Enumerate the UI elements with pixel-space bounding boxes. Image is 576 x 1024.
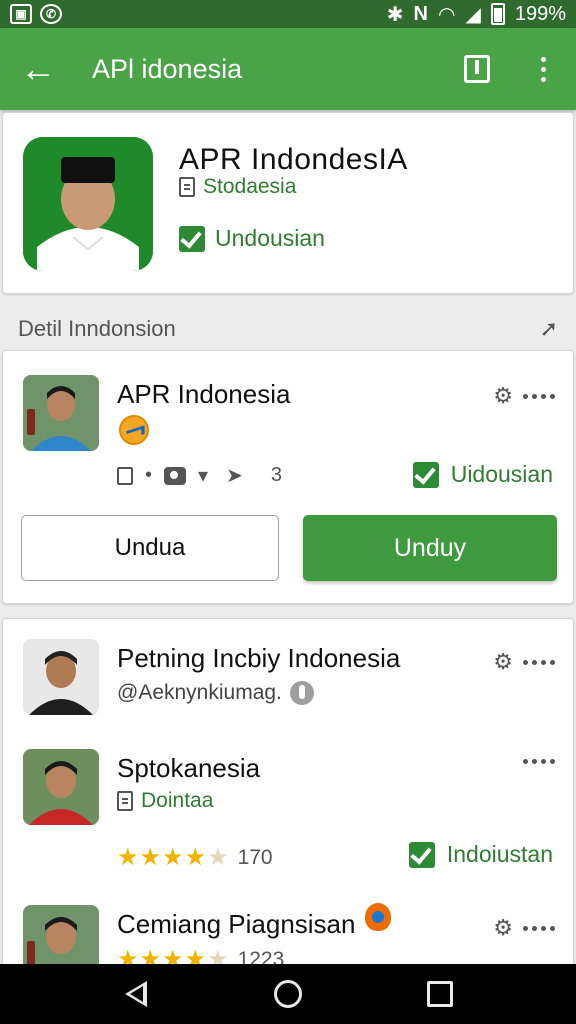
thumbs-up-icon <box>289 681 314 705</box>
document-icon <box>179 177 195 197</box>
trending-flame-icon <box>365 903 391 931</box>
list-item-avatar[interactable] <box>23 749 99 825</box>
app-icon <box>23 137 153 271</box>
detail-card: APR Indonesia ⚙ • ▾ ➤ 3 Uidousian Undua … <box>2 350 574 604</box>
bluetooth-icon: ✱ <box>386 3 404 26</box>
camera-icon <box>164 466 187 485</box>
star-icon: ★ <box>184 844 207 871</box>
list-item-subtitle: @Aeknynkiumag. <box>117 681 314 705</box>
more-horiz-icon[interactable] <box>523 393 555 399</box>
nav-back-button[interactable] <box>106 964 166 1024</box>
meta-count: 3 <box>270 464 282 486</box>
related-apps-list: Petning Incbiy Indonesia @Aeknynkiumag. … <box>2 618 574 981</box>
nav-home-button[interactable] <box>258 964 318 1024</box>
list-item-title[interactable]: Petning Incbiy Indonesia <box>117 643 400 674</box>
section-title: Detil Inndonsion <box>18 316 176 341</box>
gear-icon[interactable]: ⚙ <box>493 383 513 409</box>
back-button[interactable]: ← <box>0 28 76 110</box>
more-horiz-icon[interactable] <box>523 925 555 931</box>
list-item-category: Dointaa <box>141 789 214 812</box>
nfc-icon: N <box>413 2 428 25</box>
checkmark-icon <box>408 841 435 868</box>
whatsapp-icon: ✆ <box>40 4 62 24</box>
list-item-more-menu[interactable]: ⚙ <box>493 915 555 941</box>
app-header-card: APR IndondesIA Stodaesia Undousian <box>2 112 574 294</box>
status-bar-right: ✱ N ◠ ◢ 199% <box>387 2 566 27</box>
app-subtitle-text: Stodaesia <box>203 175 297 198</box>
list-item-avatar[interactable] <box>23 639 99 715</box>
avatar-portrait <box>23 749 99 825</box>
more-vert-icon <box>540 56 546 82</box>
app-bar: ← APl idonesia <box>0 28 576 110</box>
list-item-title[interactable]: Sptokanesia <box>117 753 260 784</box>
checkmark-icon <box>179 225 205 252</box>
list-item-install-status[interactable]: Indoiustan <box>408 841 553 868</box>
list-item-handle: @Aeknynkiumag. <box>117 681 282 704</box>
back-arrow-icon: ← <box>20 48 56 89</box>
document-icon <box>117 791 133 811</box>
rating-count: 170 <box>237 845 273 869</box>
app-name: APR IndondesIA <box>179 143 408 176</box>
dropdown-caret-icon[interactable]: ▾ <box>198 463 208 488</box>
trending-coin-icon <box>119 415 149 445</box>
detail-avatar-portrait <box>23 375 99 451</box>
screen: ▣ ✆ ✱ N ◠ ◢ 199% ← APl idonesia APR Indo… <box>0 0 576 1024</box>
expand-arrow-icon[interactable]: ➚ <box>540 316 558 342</box>
secondary-action-button[interactable]: Undua <box>21 515 279 581</box>
section-header[interactable]: Detil Inndonsion ➚ <box>18 312 558 346</box>
star-icon: ★ <box>162 844 184 871</box>
verified-badge-text: Undousian <box>215 225 325 251</box>
download-button[interactable]: Unduy <box>303 515 557 581</box>
list-item-subtitle: Dointaa <box>117 789 213 813</box>
battery-icon <box>490 3 505 25</box>
bookmark-icon <box>464 55 490 83</box>
detail-install-status-text: Uidousian <box>450 461 553 487</box>
app-subtitle: Stodaesia <box>179 175 296 199</box>
star-icon: ★ <box>139 844 162 871</box>
bookmark-button[interactable] <box>444 28 510 110</box>
nav-home-icon <box>274 980 302 1008</box>
gallery-icon: ▣ <box>10 4 32 24</box>
gear-icon[interactable]: ⚙ <box>493 649 513 675</box>
app-icon-portrait <box>23 137 153 271</box>
star-rating: ★ ★ ★ ★ ★ 170 <box>117 843 273 872</box>
system-nav-bar <box>0 964 576 1024</box>
wifi-icon: ◠ <box>438 3 456 26</box>
navigation-arrow-icon: ➤ <box>226 465 243 487</box>
more-horiz-icon[interactable] <box>523 659 555 665</box>
list-item-title-text: Cemiang Piagnsisan <box>117 909 356 939</box>
app-bar-actions <box>444 28 576 110</box>
square-icon <box>117 466 133 485</box>
status-bar-left: ▣ ✆ <box>10 4 62 24</box>
detail-more-menu[interactable]: ⚙ <box>493 383 555 409</box>
nav-recents-button[interactable] <box>410 964 470 1024</box>
detail-install-status[interactable]: Uidousian <box>412 461 553 488</box>
status-bar: ▣ ✆ ✱ N ◠ ◢ 199% <box>0 0 576 28</box>
list-item-title[interactable]: Cemiang Piagnsisan <box>117 909 355 940</box>
nav-recents-icon <box>427 981 453 1007</box>
battery-percent: 199% <box>514 2 566 25</box>
signal-icon: ◢ <box>465 3 481 26</box>
app-bar-title: APl idonesia <box>92 53 243 84</box>
star-icon: ★ <box>117 844 139 871</box>
detail-app-name: APR Indonesia <box>117 379 291 409</box>
list-item-more-menu[interactable]: ⚙ <box>493 649 555 675</box>
checkmark-icon <box>412 461 439 488</box>
verified-badge: Undousian <box>179 225 325 252</box>
list-item-install-status-text: Indoiustan <box>446 841 553 867</box>
detail-avatar <box>23 375 99 451</box>
overflow-menu-button[interactable] <box>510 28 576 110</box>
avatar-portrait <box>23 639 99 715</box>
dot-separator: • <box>145 464 153 486</box>
more-horiz-icon[interactable] <box>523 759 555 764</box>
gear-icon[interactable]: ⚙ <box>493 915 513 941</box>
nav-back-icon <box>125 981 147 1007</box>
list-item-more-menu[interactable] <box>523 759 555 764</box>
star-half-icon: ★ <box>207 844 229 871</box>
detail-meta-row: • ▾ ➤ 3 <box>117 463 282 488</box>
